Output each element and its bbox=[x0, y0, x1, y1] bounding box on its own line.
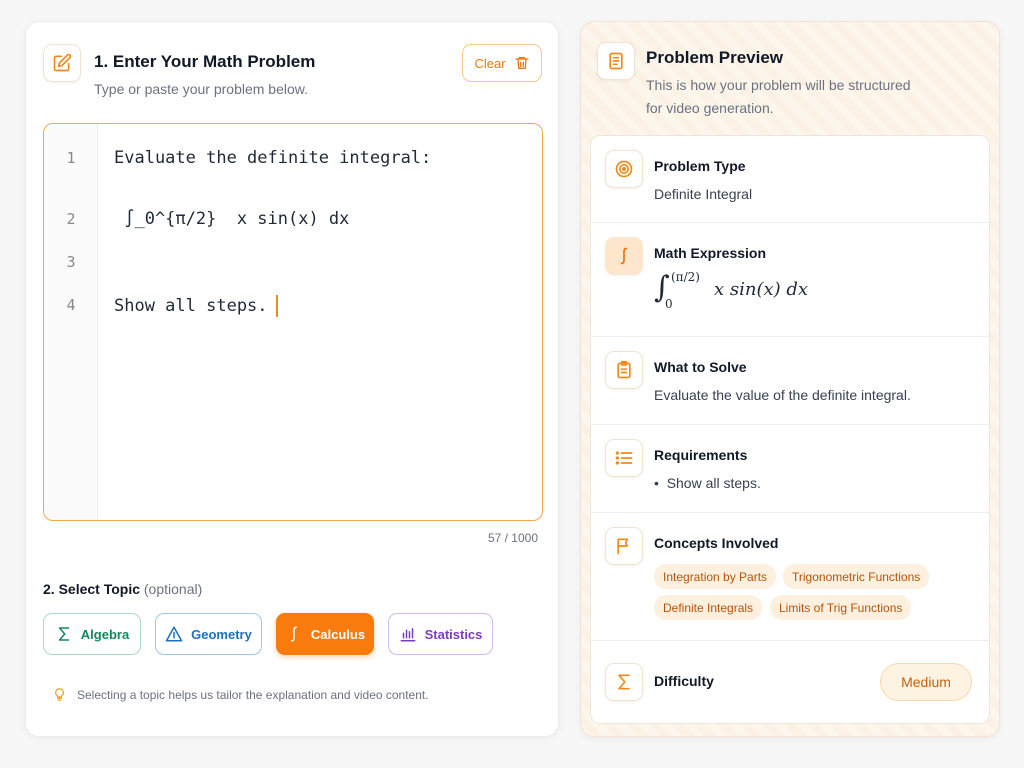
editor-line-with-caret: Show all steps. bbox=[114, 295, 278, 317]
chip-label: Statistics bbox=[424, 626, 483, 642]
section-math-expression: Math Expression ∫ (π/2) 0 x sin(x) dx bbox=[591, 223, 989, 337]
concepts-title: Concepts Involved bbox=[654, 535, 779, 551]
document-icon bbox=[597, 42, 635, 80]
target-icon bbox=[605, 150, 643, 188]
topic-label: 2. Select Topic (optional) bbox=[43, 581, 202, 597]
problem-type-value: Definite Integral bbox=[654, 186, 753, 202]
lower-limit: 0 bbox=[665, 297, 673, 311]
line-number: 2 bbox=[66, 210, 76, 228]
integral-icon bbox=[290, 626, 297, 642]
sigma-icon bbox=[58, 627, 70, 641]
chip-label: Calculus bbox=[310, 626, 366, 642]
what-to-solve-value: Evaluate the value of the definite integ… bbox=[654, 387, 911, 403]
bar-chart-icon bbox=[400, 628, 416, 642]
concept-tag: Definite Integrals bbox=[654, 595, 763, 620]
math-expression-title: Math Expression bbox=[654, 245, 767, 261]
trash-icon bbox=[514, 57, 529, 69]
hint-text: Selecting a topic helps us tailor the ex… bbox=[77, 687, 429, 702]
difficulty-badge: Medium bbox=[880, 663, 972, 701]
section-what-to-solve: What to Solve Evaluate the value of the … bbox=[591, 337, 989, 425]
section-difficulty: Difficulty Medium bbox=[591, 641, 989, 723]
character-counter: 57 / 1000 bbox=[487, 531, 538, 545]
editor-line: ∫_0^{π/2} x sin(x) dx bbox=[114, 209, 350, 229]
topic-chip-calculus[interactable]: Calculus bbox=[276, 613, 374, 655]
line-number: 4 bbox=[66, 296, 76, 314]
preview-sections: Problem Type Definite Integral Math Expr… bbox=[590, 135, 990, 724]
concept-tag: Limits of Trig Functions bbox=[770, 595, 912, 620]
flag-icon bbox=[605, 527, 643, 565]
triangle-icon bbox=[165, 626, 183, 642]
upper-limit: (π/2) bbox=[671, 270, 700, 284]
topic-hint: Selecting a topic helps us tailor the ex… bbox=[52, 687, 429, 702]
topic-optional: (optional) bbox=[143, 581, 203, 597]
concept-tag: Trigonometric Functions bbox=[783, 564, 930, 589]
clear-button-label: Clear bbox=[474, 55, 506, 71]
sigma-icon bbox=[605, 663, 643, 701]
line-number: 1 bbox=[66, 149, 76, 167]
section-problem-type: Problem Type Definite Integral bbox=[591, 136, 989, 223]
chip-label: Algebra bbox=[80, 626, 130, 642]
input-subtitle: Type or paste your problem below. bbox=[94, 81, 309, 97]
clear-button[interactable]: Clear bbox=[462, 44, 542, 82]
problem-input-card: 1. Enter Your Math Problem Type or paste… bbox=[25, 21, 559, 737]
problem-type-title: Problem Type bbox=[654, 158, 746, 174]
input-title: 1. Enter Your Math Problem bbox=[94, 52, 316, 71]
text-caret bbox=[275, 295, 278, 317]
difficulty-title: Difficulty bbox=[654, 673, 714, 689]
section-requirements: Requirements • Show all steps. bbox=[591, 425, 989, 513]
requirement-item: • Show all steps. bbox=[654, 475, 761, 491]
what-to-solve-title: What to Solve bbox=[654, 359, 747, 375]
preview-subtitle-1: This is how your problem will be structu… bbox=[646, 77, 911, 93]
editor-line: Evaluate the definite integral: bbox=[114, 148, 432, 168]
list-icon bbox=[605, 439, 643, 477]
line-number: 3 bbox=[66, 253, 76, 271]
topic-chip-algebra[interactable]: Algebra bbox=[43, 613, 141, 655]
requirements-title: Requirements bbox=[654, 447, 748, 463]
integral-icon bbox=[605, 237, 643, 275]
chip-label: Geometry bbox=[191, 626, 252, 642]
editor-line: Show all steps. bbox=[114, 296, 268, 316]
clipboard-icon bbox=[605, 351, 643, 389]
section-concepts: Concepts Involved Integration by Parts T… bbox=[591, 513, 989, 641]
problem-preview-card: Problem Preview This is how your problem… bbox=[580, 21, 1000, 737]
lightbulb-icon bbox=[55, 688, 64, 701]
preview-subtitle-2: for video generation. bbox=[646, 100, 774, 116]
integrand: x sin(x) dx bbox=[714, 279, 809, 300]
edit-icon bbox=[43, 44, 81, 82]
preview-title: Problem Preview bbox=[646, 48, 784, 67]
topic-chip-statistics[interactable]: Statistics bbox=[388, 613, 493, 655]
math-expression-render: ∫ (π/2) 0 x sin(x) dx bbox=[654, 270, 854, 314]
topic-label-text: 2. Select Topic bbox=[43, 581, 140, 597]
topic-chip-geometry[interactable]: Geometry bbox=[155, 613, 262, 655]
problem-editor[interactable]: 1 2 3 4 Evaluate the definite integral: … bbox=[43, 123, 543, 521]
requirement-text: Show all steps. bbox=[666, 475, 761, 491]
concept-tag: Integration by Parts bbox=[654, 564, 777, 589]
line-number-gutter: 1 2 3 4 bbox=[44, 124, 98, 520]
